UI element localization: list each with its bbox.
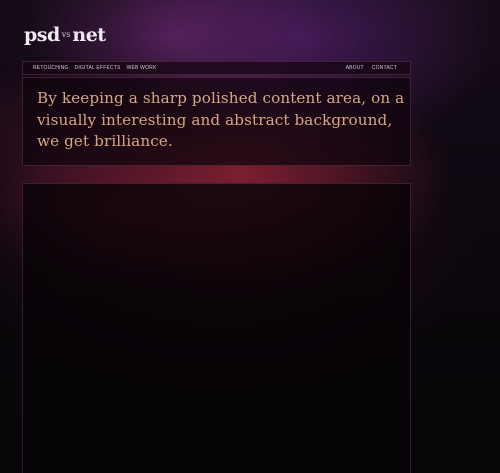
intro-text: By keeping a sharp polished content area… <box>37 89 405 150</box>
nav-right-group: ABOUT CONTACT <box>338 62 397 74</box>
nav-bar: RETOUCHING DIGITAL EFFECTS WEB WORK ABOU… <box>22 61 411 75</box>
nav-left-group: RETOUCHING DIGITAL EFFECTS WEB WORK <box>33 62 163 74</box>
nav-item-digital-effects[interactable]: DIGITAL EFFECTS <box>75 62 121 74</box>
nav-item-retouching[interactable]: RETOUCHING <box>33 62 69 74</box>
intro-panel: By keeping a sharp polished content area… <box>22 77 411 166</box>
nav-item-web-work[interactable]: WEB WORK <box>127 62 157 74</box>
content-area <box>22 183 411 473</box>
nav-item-about[interactable]: ABOUT <box>346 62 364 74</box>
nav-item-contact[interactable]: CONTACT <box>372 62 397 74</box>
site-logo[interactable]: psd vs net <box>24 23 106 47</box>
logo-vs: vs <box>61 30 71 39</box>
logo-net: net <box>72 24 106 46</box>
logo-psd: psd <box>24 24 60 46</box>
